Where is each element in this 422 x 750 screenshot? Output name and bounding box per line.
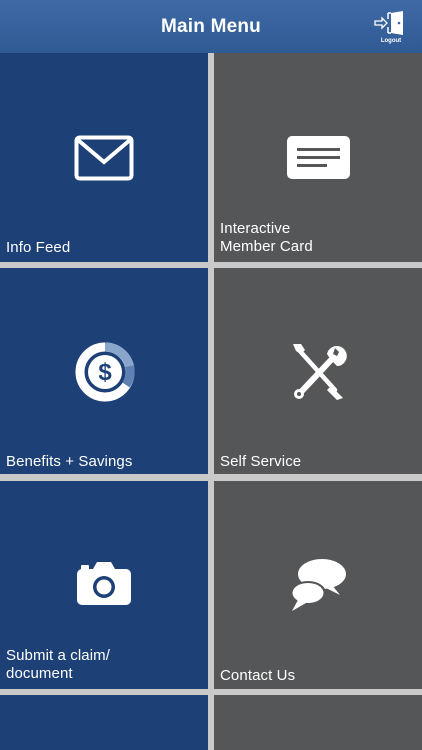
camera-icon [77, 562, 131, 605]
tools-icon [293, 344, 347, 400]
tile-interactive-member-card[interactable]: Interactive Member Card [214, 53, 422, 262]
tile-partial-right[interactable] [214, 695, 422, 750]
tile-label: Submit a claim/ document [6, 647, 111, 682]
tile-submit-claim[interactable]: Submit a claim/ document [0, 481, 208, 689]
app-header: Main Menu Logout [0, 0, 422, 53]
tile-self-service[interactable]: Self Service [214, 268, 422, 474]
tile-label: Benefits + Savings [6, 453, 133, 470]
logout-button[interactable]: Logout [374, 10, 408, 46]
page-title: Main Menu [161, 16, 261, 37]
tile-label: Interactive Member Card [220, 220, 313, 255]
tile-label: Info Feed [6, 239, 71, 256]
tile-partial-left[interactable] [0, 695, 208, 750]
dollar-savings-icon: $ [75, 342, 135, 402]
tile-label: Self Service [220, 453, 302, 470]
tile-benefits-savings[interactable]: $ Benefits + Savings [0, 268, 208, 474]
envelope-icon [74, 135, 134, 181]
logout-icon [374, 11, 403, 35]
tile-label: Contact Us [220, 667, 296, 684]
tile-info-feed[interactable]: Info Feed [0, 53, 208, 262]
tile-contact-us[interactable]: Contact Us [214, 481, 422, 689]
member-card-icon [287, 136, 350, 179]
chat-bubbles-icon [290, 559, 346, 611]
logout-label: Logout [380, 38, 402, 44]
svg-text:$: $ [98, 359, 112, 386]
